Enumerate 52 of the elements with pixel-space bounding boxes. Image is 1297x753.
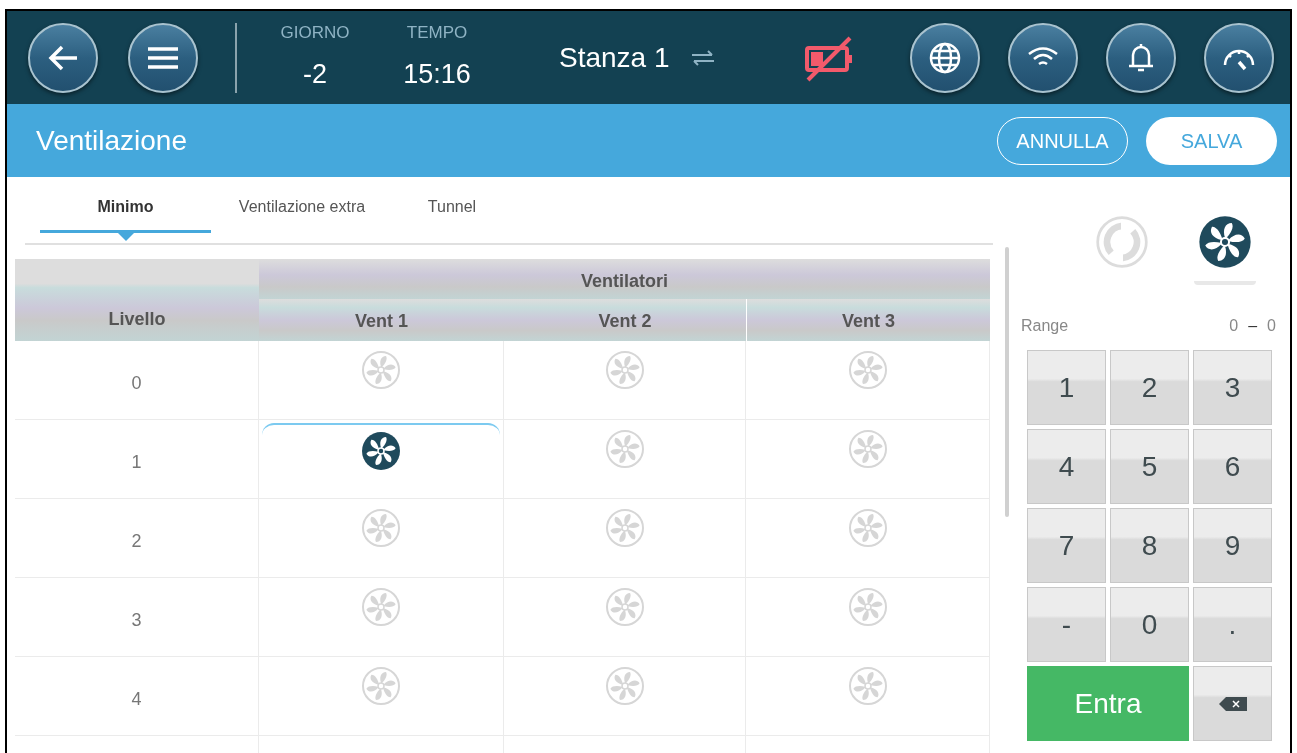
menu-icon [147,45,179,70]
gauge-button[interactable] [1204,22,1274,93]
table-cell: 3 [15,578,259,657]
range-label: Range [1021,316,1069,336]
keypad-key[interactable]: . [1193,587,1272,662]
table-header-cell: Vent 3 [746,299,990,341]
day-value: -2 [303,57,327,91]
range-separator: – [1248,316,1258,336]
table-cell: 1 [15,420,259,499]
table-header-cell: Vent 2 [504,299,746,341]
table-header-cell: Livello [15,259,259,341]
range-max: 0 [1267,316,1276,336]
keypad-key[interactable]: 5 [1110,429,1189,504]
keypad-key[interactable]: 1 [1027,350,1106,425]
table-cell: 4 [15,657,259,736]
room-name: Stanza 1 [559,40,670,75]
page-title: Ventilazione [36,123,187,158]
menu-button[interactable] [128,22,198,93]
backspace-icon [1217,695,1248,712]
sync-icon [1095,215,1150,269]
swap-arrows-icon[interactable] [689,49,716,66]
keypad-key[interactable]: 7 [1027,508,1106,583]
fan-icon [1197,215,1252,269]
fan-mode-button[interactable] [1193,215,1256,287]
keypad-key[interactable]: 8 [1110,508,1189,583]
table-group-header: Ventilatori [259,259,990,299]
tab[interactable]: Tunnel [393,195,511,233]
backspace-key[interactable] [1193,666,1272,741]
globe-button[interactable] [910,22,980,93]
tab[interactable]: Ventilazione extra [211,195,393,233]
back-button[interactable] [28,22,98,93]
table-cell: 0 [15,341,259,420]
keypad-key[interactable]: 6 [1193,429,1272,504]
bell-icon [1127,41,1155,74]
wifi-button[interactable] [1008,22,1078,93]
table-header-cell: Vent 1 [259,299,504,341]
keypad-key[interactable]: 9 [1193,508,1272,583]
time-value: 15:16 [403,57,471,91]
range-min: 0 [1229,316,1239,336]
globe-icon [929,41,961,74]
keypad-key[interactable]: 4 [1027,429,1106,504]
back-arrow-icon [47,43,79,72]
keypad-key[interactable]: - [1027,587,1106,662]
day-label: GIORNO [280,22,350,44]
time-label: TEMPO [406,22,468,44]
keypad-key[interactable]: 3 [1193,350,1272,425]
table-cell: 2 [15,499,259,578]
keypad-key[interactable]: 2 [1110,350,1189,425]
bell-button[interactable] [1106,22,1176,93]
tab[interactable]: Minimo [40,195,211,233]
tab-pointer [116,232,135,241]
keypad-key[interactable]: 0 [1110,587,1189,662]
